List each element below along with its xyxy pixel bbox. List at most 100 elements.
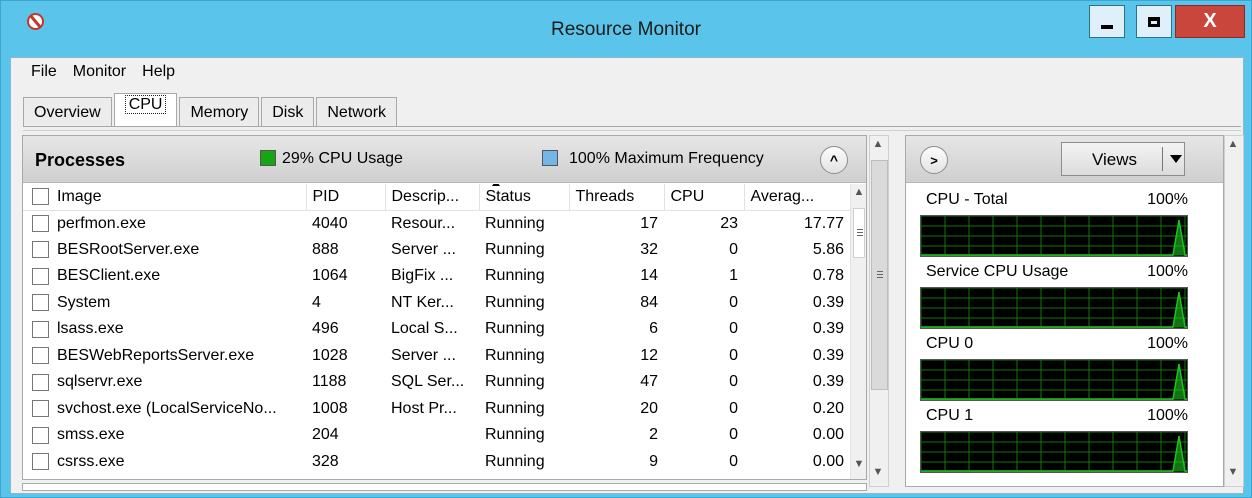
main-scroll-down-arrow-icon[interactable]: ▼ [870,466,886,484]
minimize-icon [1101,24,1113,29]
row-checkbox[interactable] [32,400,49,418]
usage-graph-svg [921,216,1187,256]
tab-divider-inner [23,130,1241,131]
collapse-button[interactable]: ^ [820,146,848,174]
table-row[interactable]: BESClient.exe 1064 BigFix ... Running 14 1 0.7… [23,263,850,290]
main-scroll-thumb[interactable] [871,160,888,390]
tab-disk[interactable]: Disk [261,97,315,127]
close-button[interactable]: X [1175,5,1245,38]
cell-average-cpu: 0.00 [812,426,844,444]
cell-threads: 12 [640,346,658,364]
cell-status: Running [485,214,545,232]
row-checkbox[interactable] [32,214,49,232]
graph-value: 100% [1147,407,1188,424]
process-image-name: lsass.exe [57,320,124,338]
column-header-image[interactable]: Image [23,184,307,211]
cell-threads: 9 [649,452,658,470]
cell-cpu: 0 [729,452,738,470]
cpu-usage-label: 29% CPU Usage [282,150,403,167]
cell-status: Running [485,346,545,364]
hide-graphs-button[interactable]: > [920,146,948,174]
scroll-down-arrow-icon[interactable]: ▼ [851,458,867,476]
grip-line [877,274,883,275]
cell-status: Running [485,240,545,258]
table-row[interactable]: perfmon.exe 4040 Resour... Running 17 23 17.77 [23,210,850,237]
processes-header[interactable]: Processes 29% CPU Usage 100% Maximum Fre… [23,136,866,183]
scroll-up-arrow-icon[interactable]: ▲ [851,186,867,204]
row-checkbox[interactable] [32,347,49,365]
table-row[interactable]: System 4 NT Ker... Running 84 0 0.39 [23,290,850,317]
cell-image: smss.exe [23,422,306,449]
process-image-name: BESWebReportsServer.exe [57,346,255,364]
minimize-button[interactable] [1089,5,1125,38]
row-checkbox[interactable] [32,320,49,338]
usage-graph-svg [921,432,1187,472]
maximize-button[interactable] [1136,5,1172,38]
row-checkbox[interactable] [32,453,49,471]
select-all-checkbox[interactable] [32,188,49,206]
column-header-status[interactable]: Status [479,184,570,211]
cell-pid: 496 [312,320,339,338]
column-header-cpu[interactable]: CPU [664,184,745,211]
row-checkbox[interactable] [32,373,49,391]
client-area: File Monitor Help Overview CPU Memory Di… [10,57,1244,494]
cpu-1-graph [920,431,1188,473]
cell-image: perfmon.exe [23,210,306,237]
chevron-right-icon: > [930,152,938,168]
graphs-scrollbar[interactable]: ▲ ▼ [1224,135,1244,487]
cell-description: SQL Ser... [391,373,465,391]
column-header-pid[interactable]: PID [306,184,386,211]
process-table-scroll-thumb[interactable] [853,208,865,258]
row-checkbox[interactable] [32,426,49,444]
tab-memory[interactable]: Memory [179,97,260,127]
menu-file[interactable]: File [23,58,65,86]
graph-title: CPU - Total [926,191,1008,208]
table-row[interactable]: sqlservr.exe 1188 SQL Ser... Running 47 0 0.39 [23,369,850,396]
menu-monitor[interactable]: Monitor [65,58,134,86]
menu-help[interactable]: Help [134,58,183,86]
row-checkbox[interactable] [32,241,49,259]
column-header-threads[interactable]: Threads [569,184,665,211]
graph-title: CPU 1 [926,407,974,424]
row-checkbox[interactable] [32,267,49,285]
resource-monitor-window: Resource Monitor X File Monitor Help Ove… [0,0,1252,498]
row-checkbox[interactable] [32,294,49,312]
main-scrollbar[interactable]: ▲ ▼ [869,135,889,487]
cell-cpu: 0 [729,320,738,338]
tab-overview[interactable]: Overview [23,97,112,127]
graphs-scroll-up-arrow-icon[interactable]: ▲ [1225,138,1241,156]
process-image-name: smss.exe [57,426,125,444]
processes-title: Processes [35,150,126,170]
graphs-scroll-down-arrow-icon[interactable]: ▼ [1225,466,1241,484]
cell-threads: 6 [649,320,658,338]
table-row[interactable]: smss.exe 204 Running 2 0 0.00 [23,422,850,449]
tab-network[interactable]: Network [316,97,398,127]
table-row[interactable]: csrss.exe 328 Running 9 0 0.00 [23,449,850,476]
table-row[interactable]: BESRootServer.exe 888 Server ... Running 32 0… [23,237,850,264]
tab-cpu[interactable]: CPU [113,93,178,127]
cell-cpu: 0 [729,399,738,417]
cell-description: NT Ker... [391,293,454,311]
main-scroll-up-arrow-icon[interactable]: ▲ [870,138,886,156]
graph-title: Service CPU Usage [926,263,1069,280]
cell-average-cpu: 0.39 [812,373,844,391]
column-header-average-cpu[interactable]: Averag... [744,184,851,211]
table-row[interactable]: lsass.exe 496 Local S... Running 6 0 0.39 [23,316,850,343]
table-row[interactable]: svchost.exe (LocalServiceNo... 1008 Host P… [23,396,850,423]
dropdown-arrow-icon[interactable] [1170,155,1182,163]
cell-cpu: 23 [720,214,738,232]
cell-pid: 204 [312,426,339,444]
cell-cpu: 0 [729,373,738,391]
table-row[interactable]: BESWebReportsServer.exe 1028 Server ... Run… [23,343,850,370]
cell-threads: 47 [640,373,658,391]
cell-description: BigFix ... [391,267,454,285]
views-dropdown-button[interactable]: Views [1061,142,1185,176]
cell-image: svchost.exe (LocalServiceNo... [23,396,306,423]
cell-description: Local S... [391,320,458,338]
grip-line [877,271,883,272]
column-header-description[interactable]: Descrip... [385,184,480,211]
table-header-row: Image PID Descrip... Status Threads CPU … [23,184,851,211]
cell-status: Running [485,293,545,311]
process-table-scrollbar[interactable]: ▲ ▼ [850,184,866,479]
usage-line [921,291,1187,328]
